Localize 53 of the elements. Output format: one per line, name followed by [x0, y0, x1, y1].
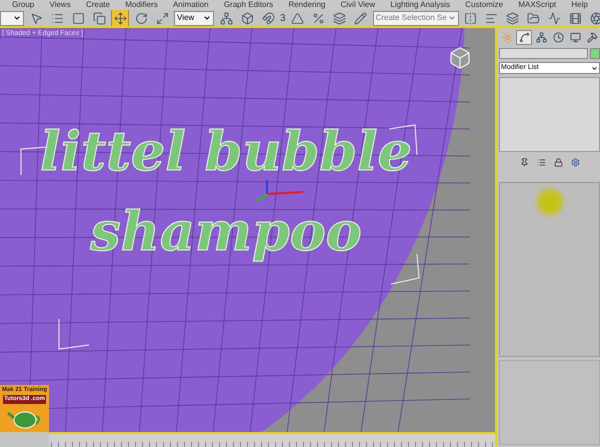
menu-item[interactable]: Lighting Analysis	[390, 0, 450, 10]
menu-item[interactable]: Help	[571, 0, 588, 10]
rotate-icon	[134, 12, 148, 24]
sun-icon	[502, 32, 512, 43]
snap-label: 3	[280, 12, 286, 26]
menu-item[interactable]: Rendering	[288, 0, 326, 10]
curve-icon	[518, 32, 530, 43]
settings-icon[interactable]	[570, 158, 580, 166]
hierarchy-icon	[536, 32, 546, 43]
caret-icon	[591, 64, 598, 72]
menu-item[interactable]: Modifiers	[125, 0, 158, 10]
transform-gizmo-icon	[255, 179, 305, 203]
curve-icon	[548, 12, 562, 24]
color-swatch[interactable]	[590, 48, 600, 59]
scale-icon	[156, 12, 168, 24]
magnet-icon	[262, 12, 274, 24]
caret-icon	[13, 14, 21, 22]
stack-icon[interactable]	[536, 158, 546, 166]
layers-icon	[506, 12, 520, 24]
menu-item[interactable]: Graph Editors	[224, 0, 274, 10]
folder-icon	[527, 12, 540, 24]
move-icon	[114, 12, 126, 24]
menu-item[interactable]: MAXScript	[518, 0, 556, 10]
clock-icon	[552, 32, 564, 43]
angle-snap-icon	[291, 12, 304, 24]
pencil-icon	[354, 12, 368, 24]
menu-item[interactable]: Views	[50, 0, 71, 10]
caret-icon	[203, 14, 211, 22]
toolbar-button[interactable]	[111, 10, 129, 26]
mirror-icon	[464, 12, 478, 24]
rectangle-icon	[72, 12, 84, 24]
bracket-corner-icon	[390, 253, 420, 285]
dropdown[interactable]: View	[174, 10, 214, 26]
menu-item[interactable]: Create	[86, 0, 110, 10]
percent-icon	[312, 12, 326, 24]
box-icon	[240, 12, 254, 24]
menu-item[interactable]: Animation	[172, 0, 209, 10]
lock-icon[interactable]	[554, 158, 562, 166]
caret-icon	[448, 14, 456, 22]
hammer-icon	[586, 32, 598, 43]
dropdown[interactable]	[0, 10, 24, 26]
menu-item[interactable]: Customize	[465, 0, 504, 10]
monitor-icon	[570, 32, 580, 43]
menu-item[interactable]: Civil View	[340, 0, 376, 10]
name-field[interactable]	[499, 48, 588, 59]
bracket-corner-icon	[58, 318, 90, 350]
dropdown[interactable]: Create Selection Se	[372, 10, 459, 26]
panel-tab[interactable]	[516, 30, 532, 45]
menu-item[interactable]: Group	[12, 0, 34, 10]
view-cube-icon[interactable]	[448, 46, 472, 70]
pin-icon[interactable]	[520, 158, 528, 166]
select-icon	[30, 12, 42, 24]
align-icon	[485, 12, 498, 24]
